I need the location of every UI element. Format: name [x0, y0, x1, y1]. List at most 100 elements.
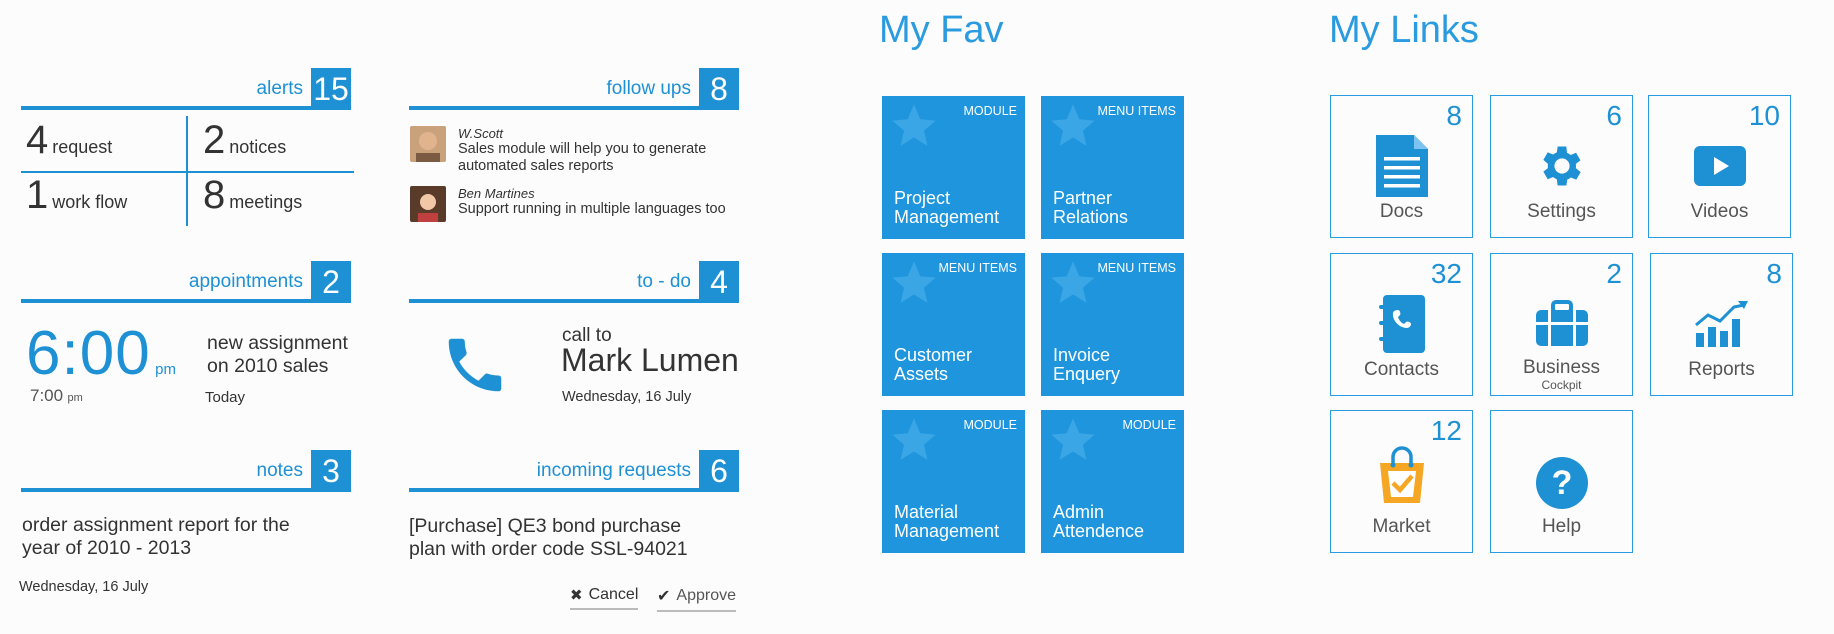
briefcase-icon [1491, 292, 1632, 356]
followup-message: Support running in multiple languages to… [458, 201, 726, 217]
todo-contact-name[interactable]: Mark Lumen [561, 342, 739, 379]
link-tile-sublabel: Cockpit [1541, 378, 1582, 392]
todo-header: to - do 4 [409, 261, 739, 303]
fav-tile[interactable]: MODULE Material Management [882, 410, 1025, 553]
link-tile-label: Market [1372, 516, 1431, 537]
alert-work-flow[interactable]: 1 work flow [26, 173, 127, 218]
incoming-header: incoming requests 6 [409, 450, 739, 492]
link-tile-label: Settings [1527, 201, 1596, 222]
note-date: Wednesday, 16 July [19, 579, 149, 595]
followup-name: W.Scott [458, 126, 504, 141]
link-tile-count: 10 [1748, 100, 1780, 131]
alerts-header: alerts 15 [21, 68, 351, 110]
fav-tile[interactable]: MENU ITEMS Partner Relations [1041, 96, 1184, 239]
alert-meetings[interactable]: 8 meetings [203, 173, 302, 218]
fav-tile-label: Customer Assets [894, 345, 973, 384]
followup-message: Sales module will help you to generate [458, 141, 707, 157]
close-icon: ✖ [570, 587, 583, 604]
star-icon [892, 418, 936, 460]
chart-icon [1651, 292, 1792, 356]
star-icon [892, 261, 936, 303]
link-tile-count: 32 [1430, 258, 1462, 289]
fav-tile-tag: MENU ITEMS [1097, 104, 1176, 118]
link-tile-label: Business [1522, 357, 1601, 378]
appointments-count-badge: 2 [311, 261, 351, 303]
link-tile-label: Docs [1379, 201, 1424, 222]
approve-button[interactable]: ✔ Approve [657, 586, 736, 612]
incoming-count-badge: 6 [699, 450, 739, 492]
fav-tile[interactable]: MENU ITEMS Invoice Enquery [1041, 253, 1184, 396]
link-tile-count: 2 [1606, 258, 1622, 289]
link-tile[interactable]: 2 Business Cockpit [1490, 253, 1633, 396]
fav-tile-tag: MENU ITEMS [1097, 261, 1176, 275]
fav-tile-label: Project Management [894, 188, 1000, 227]
notes-header: notes 3 [21, 450, 351, 492]
shopping-bag-icon [1331, 443, 1472, 507]
followups-title[interactable]: follow ups [607, 78, 692, 100]
fav-tile-label: Partner Relations [1053, 188, 1129, 227]
appointment-time: 6:00 pm [26, 319, 176, 388]
play-icon [1649, 134, 1790, 198]
link-tile-label: Videos [1690, 201, 1749, 222]
appointments-title[interactable]: appointments [189, 271, 303, 293]
gear-icon [1491, 134, 1632, 198]
avatar [410, 126, 446, 162]
alert-notices[interactable]: 2 notices [203, 118, 286, 163]
fav-tile-tag: MODULE [963, 418, 1017, 432]
followups-header: follow ups 8 [409, 68, 739, 110]
star-icon [1051, 261, 1095, 303]
star-icon [892, 104, 936, 146]
star-icon [1051, 104, 1095, 146]
link-tile[interactable]: 8 Docs [1330, 95, 1473, 238]
fav-tile-tag: MENU ITEMS [938, 261, 1017, 275]
star-icon [1051, 418, 1095, 460]
alert-request[interactable]: 4 request [26, 118, 112, 163]
appointment-desc: new assignment on 2010 sales [207, 332, 348, 377]
help-icon: ? [1491, 451, 1632, 515]
fav-tile[interactable]: MODULE Admin Attendence [1041, 410, 1184, 553]
phone-icon [440, 330, 510, 405]
link-tile-count: 8 [1766, 258, 1782, 289]
link-tile[interactable]: 10 Videos [1648, 95, 1791, 238]
todo-title[interactable]: to - do [637, 271, 691, 293]
appointment-next-time: 7:00 pm [30, 386, 83, 405]
fav-tile[interactable]: MENU ITEMS Customer Assets [882, 253, 1025, 396]
followup-item[interactable]: W.Scott Sales module will help you to ge… [410, 126, 706, 175]
fav-tile[interactable]: MODULE Project Management [882, 96, 1025, 239]
incoming-title[interactable]: incoming requests [537, 460, 691, 482]
links-section-title: My Links [1329, 9, 1479, 51]
notes-title[interactable]: notes [257, 460, 303, 482]
followup-message-cont: automated sales reports [458, 158, 614, 174]
link-tile[interactable]: 12 Market [1330, 410, 1473, 553]
appointment-day: Today [205, 389, 246, 406]
followups-count-badge: 8 [699, 68, 739, 110]
link-tile[interactable]: 6 Settings [1490, 95, 1633, 238]
svg-text:?: ? [1551, 464, 1572, 502]
avatar [410, 186, 446, 222]
fav-tile-tag: MODULE [963, 104, 1017, 118]
address-book-icon [1331, 292, 1472, 356]
fav-tile-label: Material Management [894, 502, 1000, 541]
link-tile[interactable]: ? Help [1490, 410, 1633, 553]
followup-item[interactable]: Ben Martines Support running in multiple… [410, 186, 726, 222]
link-tile-label: Reports [1688, 359, 1755, 380]
todo-count-badge: 4 [699, 261, 739, 303]
fav-section-title: My Fav [879, 9, 1004, 51]
fav-tile-label: Admin Attendence [1053, 502, 1145, 541]
cancel-button[interactable]: ✖ Cancel [570, 586, 639, 610]
followup-name: Ben Martines [458, 186, 535, 201]
fav-tile-tag: MODULE [1122, 418, 1176, 432]
notes-count-badge: 3 [311, 450, 351, 492]
fav-tile-label: Invoice Enquery [1053, 345, 1121, 384]
document-icon [1331, 134, 1472, 198]
link-tile-count: 6 [1606, 100, 1622, 131]
alerts-title[interactable]: alerts [257, 78, 303, 100]
alerts-count-badge: 15 [311, 68, 351, 110]
check-icon: ✔ [657, 588, 671, 605]
link-tile-label: Help [1541, 516, 1582, 537]
link-tile[interactable]: 8 Reports [1650, 253, 1793, 396]
note-text: order assignment report for the year of … [22, 514, 290, 559]
appointments-header: appointments 2 [21, 261, 351, 303]
request-text: [Purchase] QE3 bond purchase plan with o… [409, 515, 688, 560]
link-tile[interactable]: 32 Contacts [1330, 253, 1473, 396]
